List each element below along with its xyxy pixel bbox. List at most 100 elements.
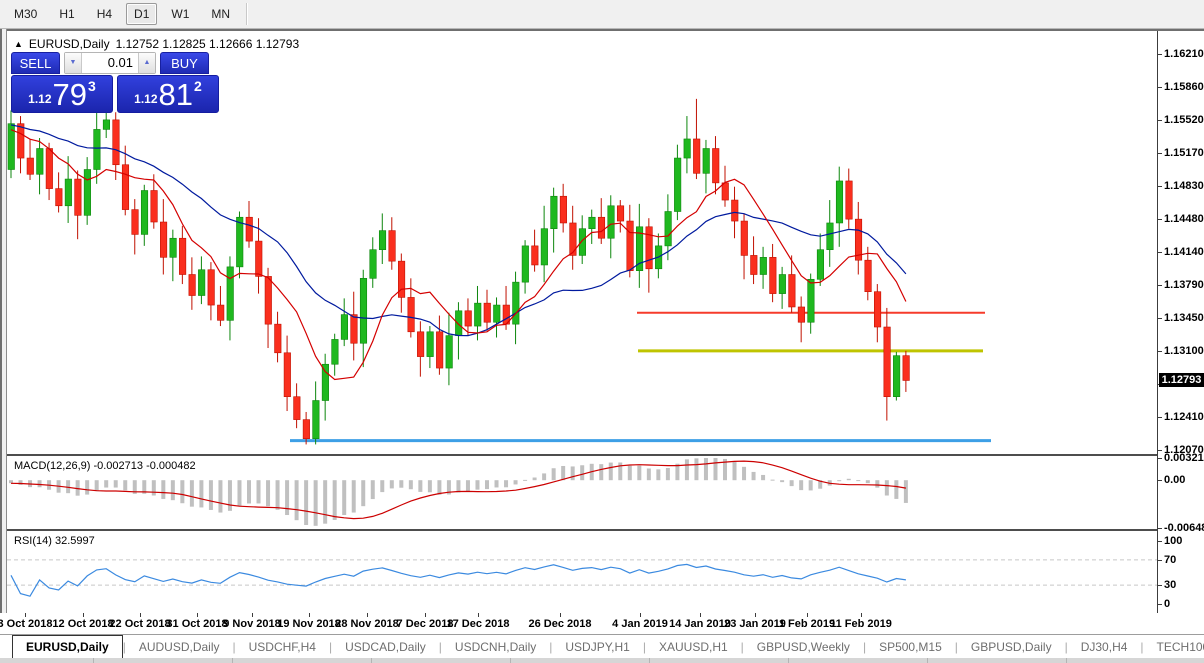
chart-tab-bar: EURUSD,Daily | AUDUSD,Daily | USDCHF,H4 | USDC…: [0, 634, 1204, 658]
candle: [559, 195, 567, 224]
macd-bar: [332, 480, 337, 520]
date-tick: [309, 613, 310, 617]
candle: [436, 331, 444, 369]
price-axis[interactable]: 1.16210 1.15860 1.15520 1.15170 1.14830 1.144…: [1157, 31, 1204, 613]
date-tick: [83, 613, 84, 617]
volume-up-button[interactable]: ▲: [138, 53, 155, 73]
candle: [407, 297, 415, 333]
candle: [293, 396, 301, 420]
macd-bar: [856, 480, 861, 482]
macd-axis-label: -0.006485: [1164, 522, 1204, 534]
price-tick: [1158, 186, 1162, 187]
candle: [83, 169, 91, 216]
macd-bar: [161, 480, 166, 499]
date-tick-label: 19 Nov 2018: [277, 618, 341, 630]
rsi-axis-tick: [1158, 541, 1162, 542]
chart-tab-gbpusd[interactable]: GBPUSD,Weekly: [744, 635, 863, 658]
candle: [845, 180, 853, 220]
candle: [64, 178, 72, 207]
macd-axis-label: 0.00: [1164, 474, 1186, 487]
collapse-icon[interactable]: ▲: [14, 39, 23, 49]
timeframe-button-h4[interactable]: H4: [89, 3, 120, 25]
macd-bar: [494, 480, 499, 488]
candle: [864, 259, 872, 292]
candle: [121, 164, 130, 210]
candle: [417, 331, 425, 357]
chart-tab-usdcnh[interactable]: USDCNH,Daily: [442, 635, 549, 658]
macd-bar: [789, 480, 794, 487]
candle: [512, 281, 520, 325]
macd-bar: [189, 480, 194, 507]
candle: [74, 178, 82, 216]
chart-tab-tech100[interactable]: TECH100,H1: [1144, 635, 1204, 658]
date-tick: [367, 613, 368, 617]
macd-bar: [513, 480, 518, 485]
macd-bar: [551, 468, 556, 481]
candle: [426, 331, 434, 357]
date-tick: [197, 613, 198, 617]
candle: [616, 205, 625, 222]
price-tick: [1158, 351, 1162, 352]
date-tick-label: 11 Feb 2019: [830, 618, 892, 630]
chart-tab-dj30[interactable]: DJ30,H4: [1068, 635, 1141, 658]
timeframe-button-h1[interactable]: H1: [51, 3, 82, 25]
macd-bar: [237, 480, 242, 507]
candle: [55, 188, 63, 207]
buy-price-box[interactable]: 1.12 81 2: [117, 75, 219, 113]
buy-button[interactable]: BUY: [160, 52, 209, 74]
volume-input[interactable]: 0.01: [82, 53, 138, 73]
macd-bar: [208, 480, 213, 510]
macd-bar: [151, 480, 156, 496]
timeframe-button-mn[interactable]: MN: [203, 3, 238, 25]
date-tick: [140, 613, 141, 617]
chart-tab-xauusd[interactable]: XAUUSD,H1: [646, 635, 741, 658]
macd-bar: [627, 465, 632, 481]
date-tick: [560, 613, 561, 617]
candle: [607, 205, 615, 239]
macd-bar: [523, 479, 528, 481]
candle: [769, 257, 777, 294]
date-tick: [252, 613, 253, 617]
candle: [902, 355, 910, 381]
sell-button[interactable]: SELL: [11, 52, 60, 74]
candle: [683, 138, 691, 159]
chart-tab-eurusd[interactable]: EURUSD,Daily: [12, 635, 123, 658]
price-tick: [1158, 153, 1162, 154]
chart-tab-usdcad[interactable]: USDCAD,Daily: [332, 635, 439, 658]
timeframe-button-w1[interactable]: W1: [163, 3, 197, 25]
candle: [131, 209, 139, 235]
candle: [464, 310, 472, 327]
one-click-trade-panel: SELL ▼ 0.01 ▲ BUY 1.12 79 3 1.12 81 2: [11, 52, 219, 113]
chart-tab-sp500[interactable]: SP500,M15: [866, 635, 955, 658]
macd-bar: [408, 480, 413, 490]
macd-bar: [275, 480, 280, 510]
timeframe-button-m30[interactable]: M30: [6, 3, 45, 25]
candle: [455, 310, 463, 336]
macd-bar: [475, 480, 480, 490]
date-axis[interactable]: 3 Oct 2018 12 Oct 2018 22 Oct 2018 31 Oct 2…: [0, 613, 1204, 634]
date-tick: [700, 613, 701, 617]
candle: [445, 335, 453, 369]
sell-price-box[interactable]: 1.12 79 3: [11, 75, 113, 113]
price-tick-label: 1.15170: [1164, 147, 1204, 159]
macd-bar: [884, 480, 889, 496]
volume-down-button[interactable]: ▼: [65, 53, 82, 73]
macd-bar: [656, 469, 661, 481]
date-tick-label: 23 Jan 2019: [724, 618, 786, 630]
macd-bar: [37, 480, 42, 488]
candle: [359, 278, 368, 344]
macd-bar: [380, 480, 385, 493]
macd-bar: [799, 480, 804, 491]
macd-bar: [389, 480, 394, 489]
chart-tab-audusd[interactable]: AUDUSD,Daily: [126, 635, 233, 658]
chart-tab-usdchf[interactable]: USDCHF,H4: [236, 635, 329, 658]
candle: [807, 278, 815, 323]
price-tick-label: 1.16210: [1164, 48, 1204, 60]
candle: [816, 249, 825, 280]
chart-tab-usdjpy[interactable]: USDJPY,H1: [552, 635, 642, 658]
macd-bar: [170, 480, 175, 501]
rsi-pane[interactable]: [7, 531, 1157, 613]
macd-bar: [218, 480, 223, 513]
timeframe-button-d1[interactable]: D1: [126, 3, 158, 25]
chart-tab-gbpusd[interactable]: GBPUSD,Daily: [958, 635, 1065, 658]
